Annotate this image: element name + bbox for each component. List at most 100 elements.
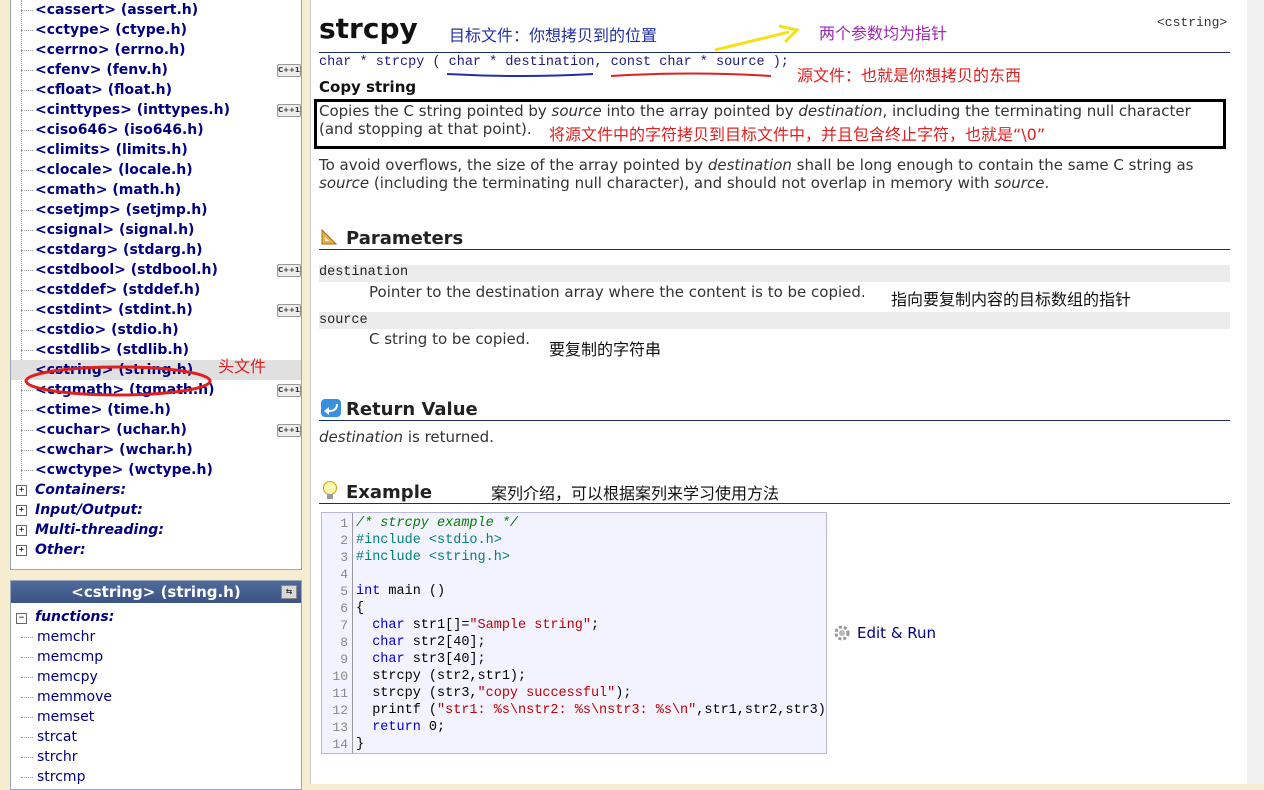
panel-title[interactable]: <cstring> (string.h) <box>71 583 240 601</box>
tree-connector <box>21 90 33 91</box>
function-link[interactable]: memset <box>37 707 94 727</box>
desc1-destination: destination <box>798 102 883 120</box>
param-source-note: 要复制的字符串 <box>549 340 662 359</box>
sidebar-item-header[interactable]: <cwchar> (wchar.h) <box>35 440 193 460</box>
line-number: 11 <box>332 686 348 701</box>
functions-label: functions: <box>35 609 115 625</box>
gear-icon[interactable] <box>833 624 851 642</box>
page-scrollbar[interactable] <box>1247 0 1264 784</box>
return-destination: destination <box>319 428 404 446</box>
sidebar-item-header[interactable]: <climits> (limits.h) <box>35 140 188 160</box>
cpp11-badge: C++11 <box>277 304 301 317</box>
code-line: strcpy (str2,str1); <box>356 669 527 684</box>
function-link[interactable]: strcat <box>37 727 77 747</box>
cstring-functions-panel: <cstring> (string.h) ⇆ − functions: memc… <box>10 580 302 790</box>
expand-icon[interactable]: + <box>16 485 27 496</box>
sidebar-item-header[interactable]: <cuchar> (uchar.h) <box>35 420 187 440</box>
sidebar-category[interactable]: Containers: <box>35 480 126 500</box>
code-line: char str1[]="Sample string"; <box>372 618 600 633</box>
function-signature: char * strcpy ( char * destination, cons… <box>319 55 789 70</box>
sidebar-item-header[interactable]: <cfenv> (fenv.h) <box>35 60 168 80</box>
line-number: 2 <box>340 533 348 548</box>
line-number: 9 <box>340 652 348 667</box>
tree-connector <box>21 170 33 171</box>
desc1-text-2: into the array pointed by <box>601 102 799 120</box>
panel-toggle-icon[interactable]: ⇆ <box>281 585 297 599</box>
sidebar-item-header[interactable]: <cstddef> (stddef.h) <box>35 280 200 300</box>
desc2-text-2: shall be long enough to contain the same… <box>791 156 1194 174</box>
parameters-title: Parameters <box>346 228 464 249</box>
sidebar-item-header[interactable]: <cerrno> (errno.h) <box>35 40 186 60</box>
function-link[interactable]: memcmp <box>37 647 103 667</box>
expand-icon[interactable]: + <box>16 505 27 516</box>
sidebar-item-header[interactable]: <cmath> (math.h) <box>35 180 181 200</box>
sidebar-item-header[interactable]: <cstdarg> (stdarg.h) <box>35 240 203 260</box>
param-source-bar <box>319 312 1230 329</box>
sidebar-category[interactable]: Input/Output: <box>35 500 143 520</box>
sidebar-item-header[interactable]: <cstdint> (stdint.h) <box>35 300 193 320</box>
function-link[interactable]: memcpy <box>37 667 98 687</box>
tree-connector <box>21 717 33 718</box>
code-line: printf ("str1: %s\nstr2: %s\nstr3: %s\n"… <box>356 703 827 718</box>
tree-connector <box>21 470 33 471</box>
sidebar-category[interactable]: Multi-threading: <box>35 520 164 540</box>
cpp11-badge: C++11 <box>277 104 301 117</box>
code-example[interactable]: 1 2 3 4 5 6 7 8 9 10 11 12 13 14 /* strcpy example */… <box>321 512 827 754</box>
param-source-desc: C string to be copied. <box>369 330 531 348</box>
description-line-1: Copies the C string pointed by source in… <box>319 102 1191 120</box>
param-source-name: source <box>319 313 368 328</box>
signature-suffix: ); <box>764 55 789 70</box>
dest-file-note: 目标文件：你想拷贝到的位置 <box>449 26 658 45</box>
function-link[interactable]: strcmp <box>37 767 85 787</box>
sidebar-item-header[interactable]: <cstdlib> (stdlib.h) <box>35 340 189 360</box>
sidebar-item-header[interactable]: <ciso646> (iso646.h) <box>35 120 204 140</box>
title-rule <box>319 52 1230 53</box>
tree-connector <box>21 737 33 738</box>
function-link[interactable]: memmove <box>37 687 112 707</box>
desc2-source: source <box>319 174 370 192</box>
collapse-icon[interactable]: − <box>16 613 27 624</box>
tree-connector <box>21 350 33 351</box>
tree-connector <box>21 310 33 311</box>
tree-connector <box>21 130 33 131</box>
edit-run-link[interactable]: Edit & Run <box>857 624 936 642</box>
sidebar-category[interactable]: Other: <box>35 540 86 560</box>
sidebar-item-header[interactable]: <cctype> (ctype.h) <box>35 20 187 40</box>
function-link[interactable]: strchr <box>37 747 78 767</box>
sidebar-item-header[interactable]: <cassert> (assert.h) <box>35 0 198 20</box>
sidebar-item-header[interactable]: <ctime> (time.h) <box>35 400 171 420</box>
two-pointers-note: 两个参数均为指针 <box>819 24 948 43</box>
tree-connector <box>21 10 33 11</box>
lightbulb-icon <box>323 481 337 499</box>
sidebar-item-header[interactable]: <cstdio> (stdio.h) <box>35 320 179 340</box>
copy-note: 将源文件中的字符拷贝到目标文件中，并且包含终止字符，也就是“\0” <box>549 125 1046 144</box>
ruler-icon <box>321 228 338 245</box>
desc2-text: To avoid overflows, the size of the arra… <box>319 156 708 174</box>
desc1-text-3: , including the terminating null charact… <box>882 102 1191 120</box>
sidebar-item-header[interactable]: <cinttypes> (inttypes.h) <box>35 100 230 120</box>
signature-underlines <box>446 72 772 77</box>
sidebar-item-header[interactable]: <cstdbool> (stdbool.h) <box>35 260 218 280</box>
expand-icon[interactable]: + <box>16 545 27 556</box>
sidebar-item-header[interactable]: <csetjmp> (setjmp.h) <box>35 200 208 220</box>
line-number: 4 <box>340 567 348 582</box>
header-tag: <cstring> <box>1157 15 1228 30</box>
main-content: strcpy 目标文件：你想拷贝到的位置 两个参数均为指针 <cstring> … <box>310 0 1248 784</box>
sidebar-item-header[interactable]: <clocale> (locale.h) <box>35 160 193 180</box>
cpp11-badge: C++11 <box>277 384 301 397</box>
tree-connector <box>21 677 33 678</box>
sidebar-item-header[interactable]: <cwctype> (wctype.h) <box>35 460 213 480</box>
line-number: 1 <box>340 516 348 531</box>
return-desc: destination is returned. <box>319 428 494 446</box>
function-link[interactable]: memchr <box>37 627 95 647</box>
expand-icon[interactable]: + <box>16 525 27 536</box>
code-line: #include <string.h> <box>356 550 510 565</box>
sidebar-item-header[interactable]: <cfloat> (float.h) <box>35 80 172 100</box>
cstring-circle-annotation <box>24 365 212 397</box>
tree-connector <box>21 250 33 251</box>
line-number: 6 <box>340 601 348 616</box>
tree-connector <box>21 697 33 698</box>
sidebar-item-header[interactable]: <csignal> (signal.h) <box>35 220 194 240</box>
desc2-source-2: source <box>994 174 1045 192</box>
tree-connector <box>21 150 33 151</box>
